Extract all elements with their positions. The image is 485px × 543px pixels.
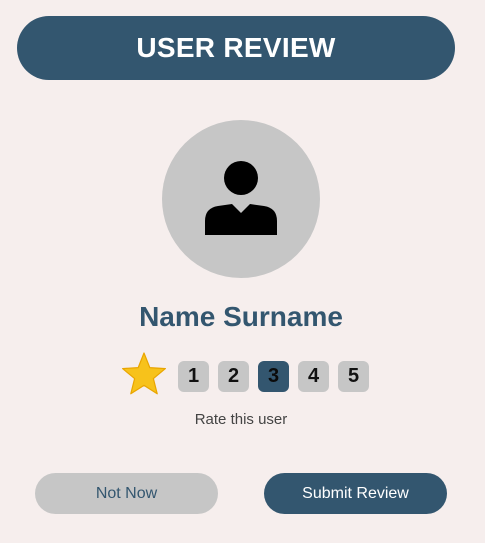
rating-option-2[interactable]: 2 [218,361,249,392]
page-title: USER REVIEW [136,32,336,63]
rating-option-3[interactable]: 3 [258,361,289,392]
submit-review-label: Submit Review [302,484,409,502]
submit-review-button[interactable]: Submit Review [264,473,447,514]
rating-option-5[interactable]: 5 [338,361,369,392]
avatar [162,120,320,278]
rating-label: Rate this user [194,411,288,428]
star-icon [121,352,167,395]
not-now-button[interactable]: Not Now [35,473,218,514]
rating-option-4[interactable]: 4 [298,361,329,392]
user-name: Name Surname [139,301,343,332]
header-bar: USER REVIEW [17,16,455,80]
not-now-label: Not Now [95,484,158,502]
person-icon [205,161,277,235]
rating-option-1[interactable]: 1 [178,361,209,392]
